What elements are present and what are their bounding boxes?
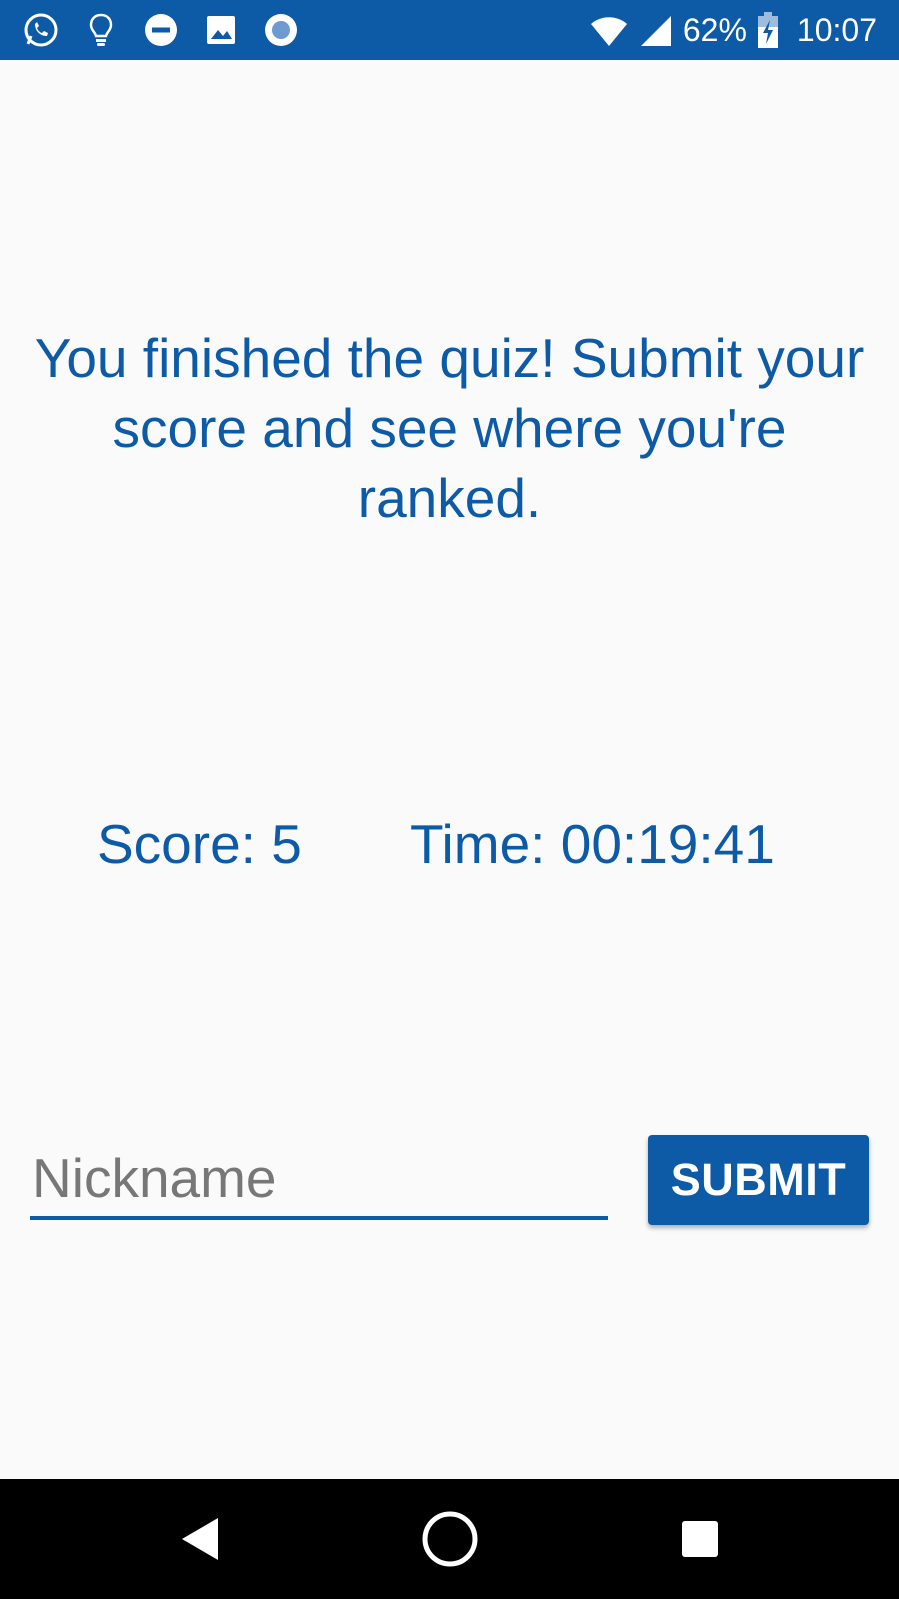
wifi-icon	[590, 17, 627, 46]
battery-percent: 62%	[682, 12, 747, 48]
battery-charging-icon	[757, 12, 778, 48]
quiz-finished-screen: 62% 10:07 You finished the quiz! Submit …	[0, 0, 899, 1599]
back-button[interactable]	[170, 1509, 230, 1569]
recents-button[interactable]	[670, 1509, 730, 1569]
clock: 10:07	[796, 12, 877, 48]
system-status: 62% 10:07	[589, 10, 877, 50]
nickname-input[interactable]	[30, 1140, 608, 1220]
quiz-finished-message: You finished the quiz! Submit your score…	[34, 327, 865, 529]
back-icon	[182, 1518, 218, 1560]
time-label: Time: 00:19:41	[410, 813, 775, 875]
home-button[interactable]	[420, 1509, 480, 1569]
status-bar: 62% 10:07	[0, 0, 899, 60]
record-icon	[265, 14, 297, 46]
nickname-field-wrapper	[30, 1140, 608, 1226]
recents-icon	[682, 1521, 718, 1557]
cell-signal-icon	[640, 16, 671, 46]
score-label: Score: 5	[97, 813, 302, 875]
whatsapp-icon	[24, 13, 58, 47]
submit-button[interactable]: SUBMIT	[648, 1135, 869, 1225]
result-stats: Score: 5 Time: 00:19:41	[0, 808, 899, 880]
notification-icons	[22, 10, 300, 50]
image-icon	[207, 16, 235, 44]
lightbulb-icon	[89, 13, 113, 46]
do-not-disturb-icon	[145, 14, 177, 46]
home-icon	[422, 1511, 478, 1567]
navigation-bar	[0, 1479, 899, 1599]
